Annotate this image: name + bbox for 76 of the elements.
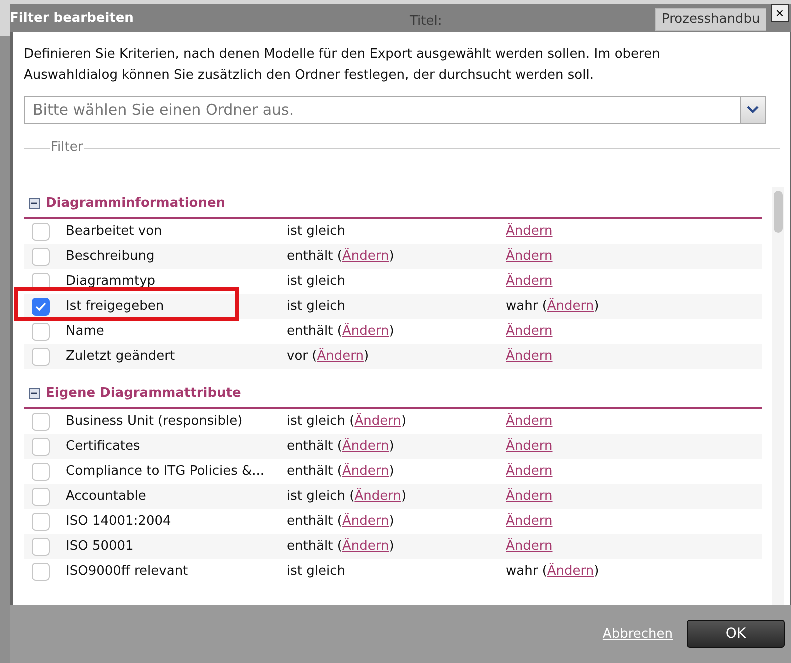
- attribute-label: Beschreibung: [66, 249, 156, 264]
- dialog-title: Filter bearbeiten: [10, 10, 134, 26]
- change-link[interactable]: Ändern: [506, 414, 553, 429]
- change-link[interactable]: Ändern: [342, 539, 390, 554]
- attribute-label: Diagrammtyp: [66, 274, 157, 289]
- attribute-label: ISO9000ff relevant: [66, 564, 190, 579]
- value-text: wahr (Ändern): [506, 299, 600, 314]
- attribute-label: ISO 50001: [66, 539, 135, 554]
- operator-text: ist gleich: [287, 564, 346, 579]
- attribute-label: Compliance to ITG Policies &...: [66, 464, 266, 479]
- change-link[interactable]: Ändern: [342, 249, 390, 264]
- checkbox[interactable]: [32, 322, 50, 340]
- change-link[interactable]: Ändern: [506, 464, 553, 479]
- change-link[interactable]: Ändern: [342, 514, 390, 529]
- attribute-label: ISO 14001:2004: [66, 514, 172, 529]
- operator-text: enthält (Ändern): [287, 249, 396, 264]
- change-link[interactable]: Ändern: [506, 489, 553, 504]
- checkbox[interactable]: [32, 248, 50, 266]
- change-link[interactable]: Ändern: [506, 249, 553, 264]
- scrollbar[interactable]: [772, 187, 784, 605]
- checkmark-icon: [35, 302, 47, 312]
- operator-text: enthält (Ändern): [287, 514, 396, 529]
- operator-text: vor (Ändern): [287, 349, 370, 364]
- operator-text: enthält (Ändern): [287, 324, 396, 339]
- change-link[interactable]: Ändern: [342, 464, 390, 479]
- change-link[interactable]: Ändern: [342, 324, 390, 339]
- folder-select[interactable]: Bitte wählen Sie einen Ordner aus.: [24, 96, 740, 124]
- change-link[interactable]: Ändern: [506, 324, 553, 339]
- collapse-icon[interactable]: [29, 388, 40, 399]
- change-link[interactable]: Ändern: [547, 564, 594, 579]
- checkbox[interactable]: [32, 298, 50, 316]
- checkbox[interactable]: [32, 512, 50, 530]
- change-link[interactable]: Ändern: [317, 349, 364, 364]
- change-link[interactable]: Ändern: [506, 274, 553, 289]
- change-link[interactable]: Ändern: [506, 539, 553, 554]
- operator-text: enthält (Ändern): [287, 539, 396, 554]
- operator-text: ist gleich: [287, 299, 346, 314]
- attribute-label: Ist freigegeben: [66, 299, 166, 314]
- checkbox[interactable]: [32, 488, 50, 506]
- change-link[interactable]: Ändern: [354, 489, 402, 504]
- attribute-label: Business Unit (responsible): [66, 414, 244, 429]
- change-link[interactable]: Ändern: [506, 439, 553, 454]
- checkbox[interactable]: [32, 438, 50, 456]
- section-title: Eigene Diagrammattribute: [46, 386, 242, 401]
- checkbox[interactable]: [32, 562, 50, 580]
- section-title: Diagramminformationen: [46, 196, 226, 211]
- change-link[interactable]: Ändern: [354, 414, 402, 429]
- collapse-icon[interactable]: [29, 198, 40, 209]
- dropdown-caret-icon[interactable]: [740, 96, 766, 124]
- attribute-label: Certificates: [66, 439, 142, 454]
- attribute-label: Zuletzt geändert: [66, 349, 176, 364]
- operator-text: ist gleich (Ändern): [287, 489, 408, 504]
- change-link[interactable]: Ändern: [342, 439, 390, 454]
- value-text: wahr (Ändern): [506, 564, 600, 579]
- change-link[interactable]: Ändern: [506, 349, 553, 364]
- operator-text: ist gleich (Ändern): [287, 414, 408, 429]
- description-text: Definieren Sie Kriterien, nach denen Modelle für den Export ausgewählt werden sollen. Im oberen Auswahldialog können Sie zusätzlich den Ordner festlegen, der durchsucht werden soll.: [24, 46, 662, 85]
- close-button[interactable]: ×: [771, 4, 789, 22]
- background-field: Prozesshandbu: [655, 8, 766, 31]
- change-link[interactable]: Ändern: [506, 514, 553, 529]
- change-link[interactable]: Ändern: [506, 224, 553, 239]
- attribute-label: Bearbeitet von: [66, 224, 164, 239]
- operator-text: ist gleich: [287, 274, 346, 289]
- checkbox[interactable]: [32, 412, 50, 430]
- attribute-label: Accountable: [66, 489, 148, 504]
- checkbox[interactable]: [32, 348, 50, 366]
- attribute-label: Name: [66, 324, 106, 339]
- operator-text: enthält (Ändern): [287, 464, 396, 479]
- checkbox[interactable]: [32, 462, 50, 480]
- ok-button[interactable]: OK: [687, 620, 785, 648]
- operator-text: enthält (Ändern): [287, 439, 396, 454]
- background-label: Titel:: [410, 14, 442, 29]
- checkbox[interactable]: [32, 222, 50, 240]
- operator-text: ist gleich: [287, 224, 346, 239]
- checkbox[interactable]: [32, 538, 50, 556]
- change-link[interactable]: Ändern: [547, 299, 594, 314]
